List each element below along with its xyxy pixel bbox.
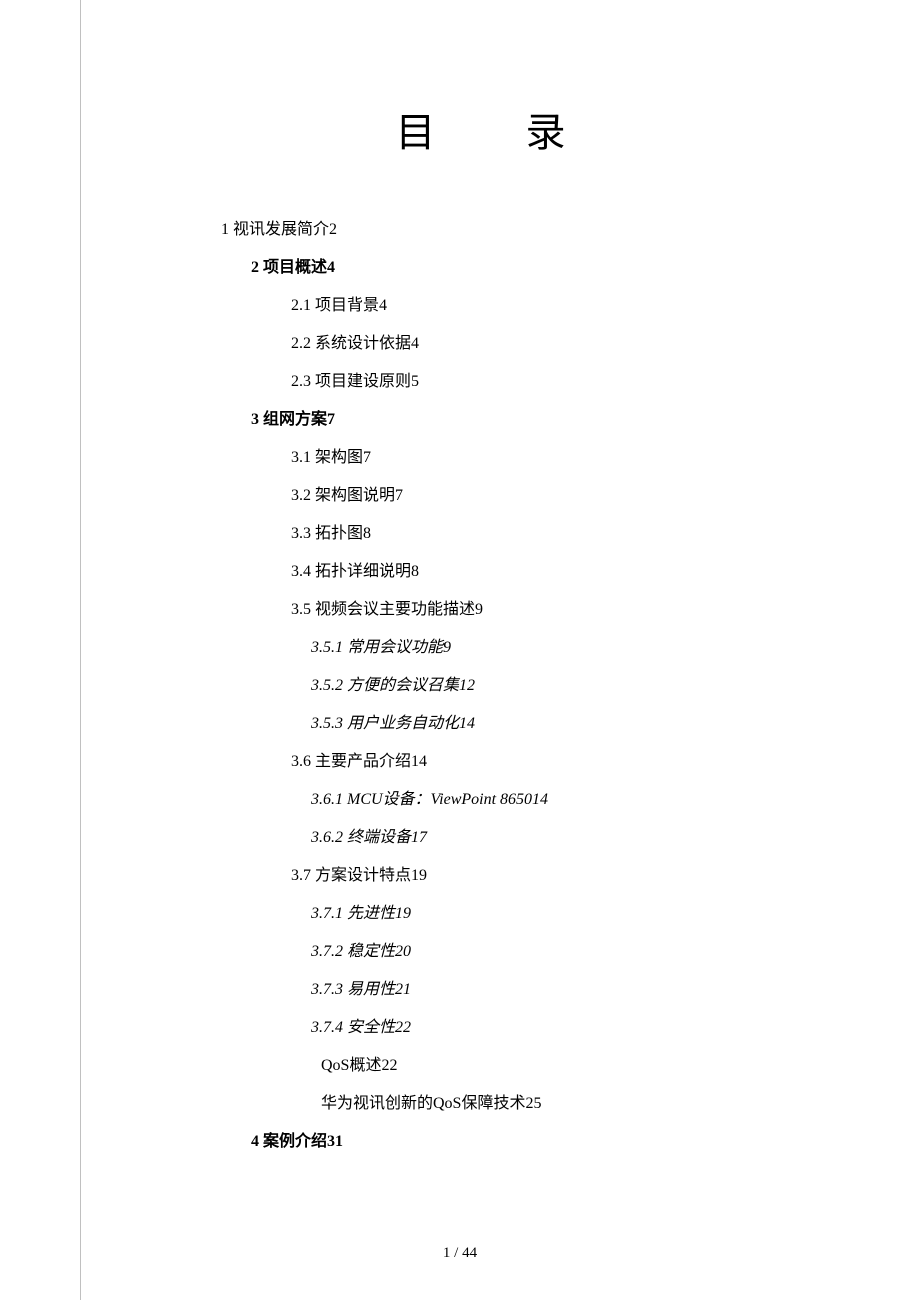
toc-entry: 3.6.2 终端设备17 xyxy=(311,826,830,850)
toc-entry: 3.1 架构图7 xyxy=(291,446,830,470)
toc-entry: 3.2 架构图说明7 xyxy=(291,484,830,508)
toc-entry: QoS概述22 xyxy=(321,1054,830,1078)
toc-entry: 3.5 视频会议主要功能描述9 xyxy=(291,598,830,622)
toc-entry: 3.3 拓扑图8 xyxy=(291,522,830,546)
toc-entry: 华为视讯创新的QoS保障技术25 xyxy=(321,1092,830,1116)
toc-entry: 3.7.3 易用性21 xyxy=(311,978,830,1002)
toc-entry: 1 视讯发展简介2 xyxy=(221,218,830,242)
toc-entry: 3.6 主要产品介绍14 xyxy=(291,750,830,774)
document-page: 目 录 1 视讯发展简介2 2 项目概述4 2.1 项目背景4 2.2 系统设计… xyxy=(80,0,920,1300)
toc-entry: 3.7.4 安全性22 xyxy=(311,1016,830,1040)
toc-entry: 3.4 拓扑详细说明8 xyxy=(291,560,830,584)
page-footer: 1 / 44 xyxy=(0,1245,920,1262)
toc-entry: 3.6.1 MCU设备：ViewPoint 865014 xyxy=(311,788,830,812)
toc-entry: 2.1 项目背景4 xyxy=(291,294,830,318)
toc-entry: 3.5.3 用户业务自动化14 xyxy=(311,712,830,736)
toc-entry: 2 项目概述4 xyxy=(251,256,830,280)
toc-entry: 3.7.1 先进性19 xyxy=(311,902,830,926)
toc-entry: 3.5.1 常用会议功能9 xyxy=(311,636,830,660)
toc-entry: 2.3 项目建设原则5 xyxy=(291,370,830,394)
toc-entry: 4 案例介绍31 xyxy=(251,1130,830,1154)
toc-entry: 3.7 方案设计特点19 xyxy=(291,864,830,888)
toc-entry: 3.5.2 方便的会议召集12 xyxy=(311,674,830,698)
toc-entry: 3.7.2 稳定性20 xyxy=(311,940,830,964)
toc-entry: 3 组网方案7 xyxy=(251,408,830,432)
page-title: 目 录 xyxy=(171,100,830,158)
toc-entry: 2.2 系统设计依据4 xyxy=(291,332,830,356)
